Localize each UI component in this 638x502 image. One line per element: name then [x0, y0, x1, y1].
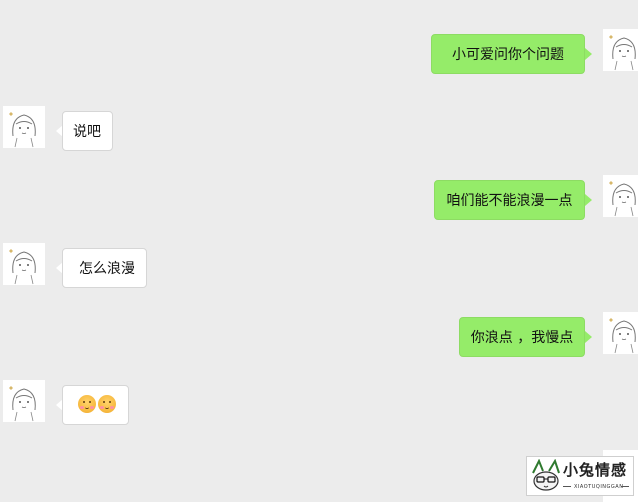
girl-sketch-avatar-icon	[9, 249, 36, 285]
bubble-tail	[585, 194, 592, 206]
girl-sketch-avatar-icon	[609, 35, 636, 71]
bubble-tail	[585, 331, 592, 343]
received-emoji-bubble[interactable]	[62, 385, 129, 425]
message-text: 咱们能不能浪漫一点	[446, 193, 573, 209]
rabbit-logo-icon	[529, 459, 563, 493]
receiver-avatar[interactable]	[3, 243, 45, 285]
girl-sketch-avatar-icon	[9, 112, 36, 148]
watermark-logo: 小兔情感 XIAOTUQINGGAN	[526, 456, 634, 496]
sender-avatar[interactable]	[603, 312, 638, 354]
message-text: 你浪点 ，我慢点	[470, 330, 574, 346]
sender-avatar[interactable]	[603, 175, 638, 217]
received-message-bubble[interactable]: 说吧	[62, 111, 113, 151]
sender-avatar[interactable]	[603, 29, 638, 71]
watermark-title: 小兔情感	[563, 461, 628, 479]
girl-sketch-avatar-icon	[609, 181, 636, 217]
divider	[563, 486, 571, 487]
message-text: 小可爱问你个问题	[452, 47, 564, 63]
message-text: 怎么浪漫	[79, 261, 135, 277]
receiver-avatar[interactable]	[3, 380, 45, 422]
bubble-tail	[585, 48, 592, 60]
message-text: 说吧	[73, 124, 101, 140]
blushing-smile-emoji-icon	[98, 395, 116, 413]
watermark-subtitle: XIAOTUQINGGAN	[574, 484, 624, 490]
sent-message-bubble[interactable]: 你浪点 ，我慢点	[459, 317, 585, 357]
divider	[621, 486, 629, 487]
received-message-bubble[interactable]: 怎么浪漫	[62, 248, 147, 288]
blushing-smile-emoji-icon	[78, 395, 96, 413]
girl-sketch-avatar-icon	[609, 318, 636, 354]
receiver-avatar[interactable]	[3, 106, 45, 148]
sent-message-bubble[interactable]: 小可爱问你个问题	[431, 34, 585, 74]
sent-message-bubble[interactable]: 咱们能不能浪漫一点	[434, 180, 585, 220]
girl-sketch-avatar-icon	[9, 386, 36, 422]
